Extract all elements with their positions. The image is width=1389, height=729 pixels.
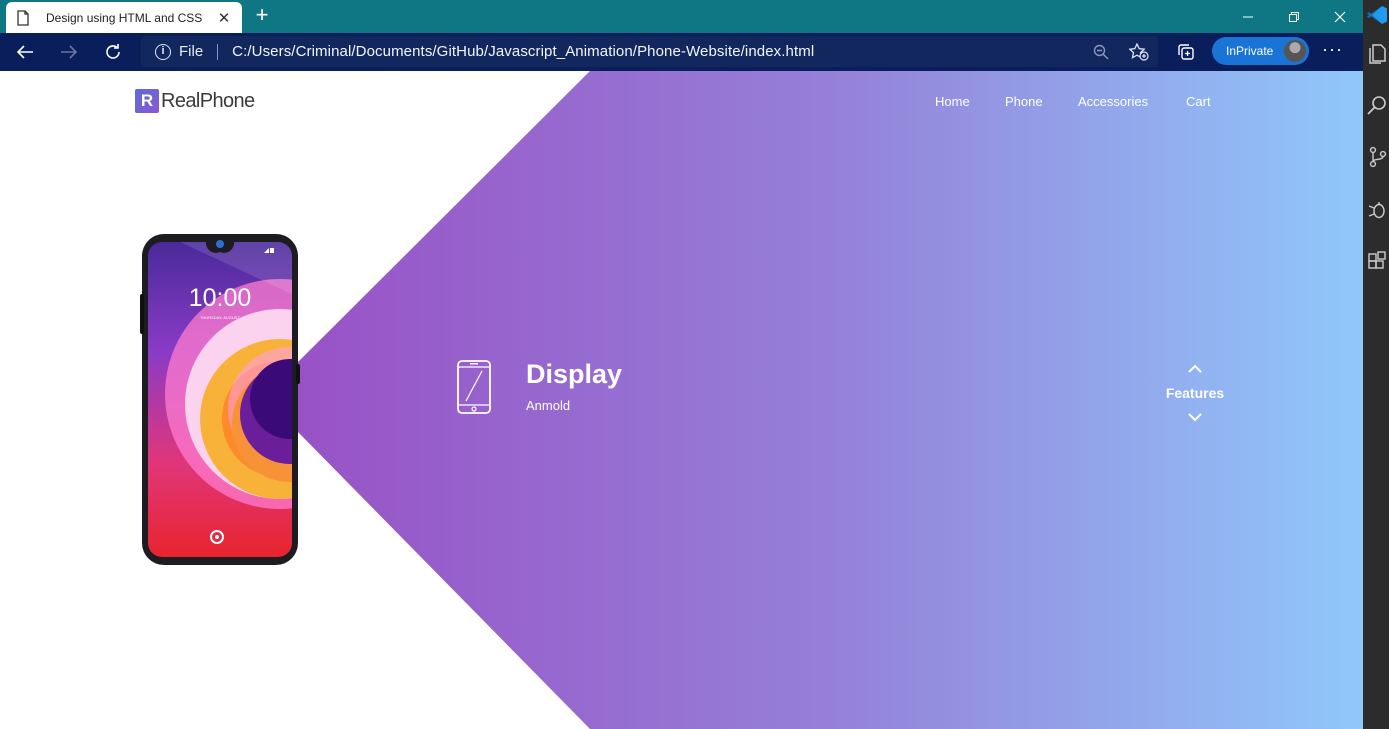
tab-title: Design using HTML and CSS (46, 10, 203, 25)
restore-button[interactable] (1271, 0, 1317, 33)
features-label: Features (1165, 385, 1225, 401)
close-icon (1334, 11, 1346, 22)
forward-arrow-icon (61, 45, 78, 59)
profile-avatar (1284, 40, 1306, 62)
url-text[interactable]: C:/Users/Criminal/Documents/GitHub/Javas… (232, 43, 814, 60)
features-navigator: Features (1160, 363, 1230, 423)
debug-icon[interactable] (1366, 198, 1388, 220)
phone-date: THURSDAY, AUGUST (200, 315, 240, 320)
back-arrow-icon (16, 45, 33, 59)
refresh-button[interactable] (99, 38, 127, 66)
nav-cart[interactable]: Cart (1186, 94, 1211, 109)
extensions-icon[interactable] (1366, 250, 1388, 272)
info-icon[interactable]: i (155, 43, 171, 60)
logo-mark: R (135, 89, 159, 113)
smartphone-icon (457, 360, 491, 414)
new-tab-button[interactable]: + (250, 4, 274, 28)
feature-title: Display (526, 359, 623, 389)
explorer-icon[interactable] (1366, 42, 1388, 64)
minimize-icon (1243, 16, 1253, 17)
logo-text: RealPhone (161, 89, 255, 112)
collections-icon (1178, 44, 1194, 60)
feature-subtitle: Anmold (526, 398, 571, 413)
page-icon (16, 9, 32, 26)
tab-close-icon[interactable]: ✕ (216, 9, 232, 27)
forward-button[interactable] (55, 38, 83, 66)
more-options-button[interactable]: ··· (1322, 39, 1343, 60)
minimize-button[interactable] (1225, 0, 1271, 33)
close-window-button[interactable] (1317, 0, 1363, 33)
restore-icon (1289, 11, 1299, 22)
page-viewport: R RealPhone Home Phone Accessories Cart (0, 71, 1363, 729)
vscode-logo-icon (1367, 6, 1387, 24)
source-control-icon[interactable] (1366, 146, 1388, 168)
file-label: File (179, 43, 204, 60)
chevron-down-icon[interactable] (1187, 411, 1203, 423)
chevron-up-icon[interactable] (1187, 363, 1203, 375)
address-separator (217, 43, 219, 60)
phone-clock: 10:00 (189, 284, 252, 312)
refresh-icon (106, 44, 120, 59)
back-button[interactable] (11, 38, 39, 66)
collections-button[interactable] (1172, 38, 1200, 66)
nav-phone[interactable]: Phone (1005, 94, 1043, 109)
inprivate-label: InPrivate (1226, 44, 1274, 58)
phone-image: 10:00 THURSDAY, AUGUST (140, 234, 300, 565)
inprivate-button[interactable]: InPrivate (1212, 37, 1309, 65)
browser-tab-strip: Design using HTML and CSS ✕ + (0, 0, 1363, 33)
add-favorite-icon[interactable] (1129, 36, 1149, 67)
browser-toolbar: i File C:/Users/Criminal/Documents/GitHu… (0, 33, 1363, 71)
browser-tab[interactable]: Design using HTML and CSS ✕ (6, 2, 242, 33)
editor-activity-bar (1363, 0, 1389, 729)
nav-home[interactable]: Home (935, 94, 970, 109)
nav-accessories[interactable]: Accessories (1078, 94, 1148, 109)
search-icon[interactable] (1366, 94, 1388, 116)
site-logo[interactable]: R RealPhone (135, 89, 255, 113)
zoom-out-icon[interactable] (1093, 36, 1109, 67)
address-bar[interactable]: i File C:/Users/Criminal/Documents/GitHu… (141, 36, 1158, 67)
